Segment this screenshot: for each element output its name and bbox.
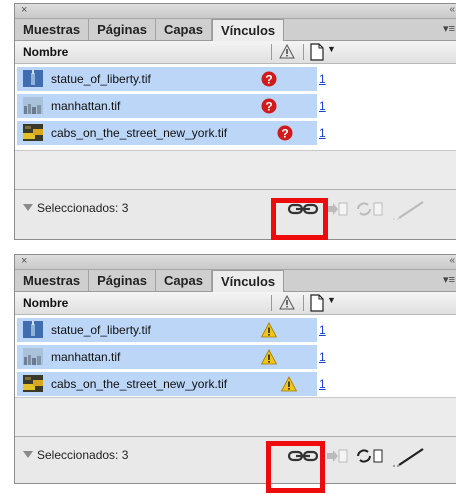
tab-paginas[interactable]: Páginas [89,19,156,40]
panel-footer: Seleccionados: 3 [15,437,456,477]
cabs-thumbnail-icon [23,124,43,141]
column-header: Nombre ▼ [15,292,456,315]
collapse-panel-button[interactable]: « [449,254,455,268]
svg-text:?: ? [281,126,288,140]
disclosure-triangle-icon[interactable] [23,204,33,211]
link-row[interactable]: statue_of_liberty.tif ? 1 [17,66,326,91]
status-column-icon[interactable] [279,295,295,311]
panel-tabs: Muestras Páginas Capas Vínculos ▾≡ [15,19,456,41]
links-list: statue_of_liberty.tif 1 manhattan.tif 1 … [15,315,456,397]
links-list: statue_of_liberty.tif ? 1 manhattan.tif … [15,64,456,150]
edit-original-icon[interactable] [391,199,427,221]
statue-thumbnail-icon [23,70,43,87]
link-filename: cabs_on_the_street_new_york.tif [51,377,228,391]
close-panel-button[interactable]: × [21,3,27,17]
page-link[interactable]: 1 [319,126,326,140]
svg-text:?: ? [265,72,272,86]
update-link-icon[interactable] [355,199,385,219]
status-column-icon[interactable] [279,44,295,60]
column-header: Nombre ▼ [15,41,456,64]
column-divider [271,295,272,311]
go-to-link-icon[interactable] [327,446,349,466]
link-filename: statue_of_liberty.tif [51,72,151,86]
chevron-down-icon[interactable]: ▼ [327,44,336,54]
list-empty-area [15,150,456,190]
warning-triangle-icon [261,349,277,365]
page-link[interactable]: 1 [319,377,326,391]
panel-tabs: Muestras Páginas Capas Vínculos ▾≡ [15,270,456,292]
tab-muestras[interactable]: Muestras [15,270,90,291]
collapse-panel-button[interactable]: « [449,3,455,17]
column-name-header[interactable]: Nombre [23,296,68,310]
edit-original-icon[interactable] [391,446,427,468]
selection-count: Seleccionados: 3 [37,448,129,462]
page-column-icon[interactable] [309,43,325,61]
page-link[interactable]: 1 [319,72,326,86]
tab-vinculos[interactable]: Vínculos [211,19,285,41]
panel-titlebar: × « [15,255,456,270]
link-filename: manhattan.tif [51,99,121,113]
highlight-box [266,441,325,493]
warning-triangle-icon [281,376,297,392]
question-circle-icon: ? [261,71,277,87]
column-divider [303,295,304,311]
manhattan-thumbnail-icon [23,348,43,365]
highlight-box [271,198,328,240]
update-link-icon[interactable] [355,446,385,466]
links-panel-top: × « Muestras Páginas Capas Vínculos ▾≡ N… [14,3,456,240]
page-link[interactable]: 1 [319,350,326,364]
link-filename: statue_of_liberty.tif [51,323,151,337]
links-panel-bottom: × « Muestras Páginas Capas Vínculos ▾≡ N… [14,254,456,484]
warning-triangle-icon [261,322,277,338]
link-row[interactable]: manhattan.tif 1 [17,344,326,369]
link-row[interactable]: statue_of_liberty.tif 1 [17,317,326,342]
disclosure-triangle-icon[interactable] [23,451,33,458]
panel-menu-icon[interactable]: ▾≡ [443,273,455,286]
column-divider [303,44,304,60]
selection-count: Seleccionados: 3 [37,201,129,215]
panel-titlebar: × « [15,4,456,19]
link-filename: manhattan.tif [51,350,121,364]
manhattan-thumbnail-icon [23,97,43,114]
question-circle-icon: ? [261,98,277,114]
list-empty-area [15,397,456,437]
page-link[interactable]: 1 [319,99,326,113]
tab-capas[interactable]: Capas [156,19,212,40]
link-row[interactable]: cabs_on_the_street_new_york.tif ? 1 [17,120,326,145]
tab-muestras[interactable]: Muestras [15,19,90,40]
link-filename: cabs_on_the_street_new_york.tif [51,126,228,140]
column-name-header[interactable]: Nombre [23,45,68,59]
svg-text:?: ? [265,99,272,113]
close-panel-button[interactable]: × [21,254,27,268]
link-row[interactable]: manhattan.tif ? 1 [17,93,326,118]
go-to-link-icon[interactable] [327,199,349,219]
panel-footer: Seleccionados: 3 [15,190,456,230]
page-column-icon[interactable] [309,294,325,312]
tab-capas[interactable]: Capas [156,270,212,291]
cabs-thumbnail-icon [23,375,43,392]
tab-vinculos[interactable]: Vínculos [211,270,285,292]
column-divider [271,44,272,60]
statue-thumbnail-icon [23,321,43,338]
question-circle-icon: ? [277,125,293,141]
page-link[interactable]: 1 [319,323,326,337]
panel-menu-icon[interactable]: ▾≡ [443,22,455,35]
chevron-down-icon[interactable]: ▼ [327,295,336,305]
tab-paginas[interactable]: Páginas [89,270,156,291]
link-row[interactable]: cabs_on_the_street_new_york.tif 1 [17,371,326,396]
